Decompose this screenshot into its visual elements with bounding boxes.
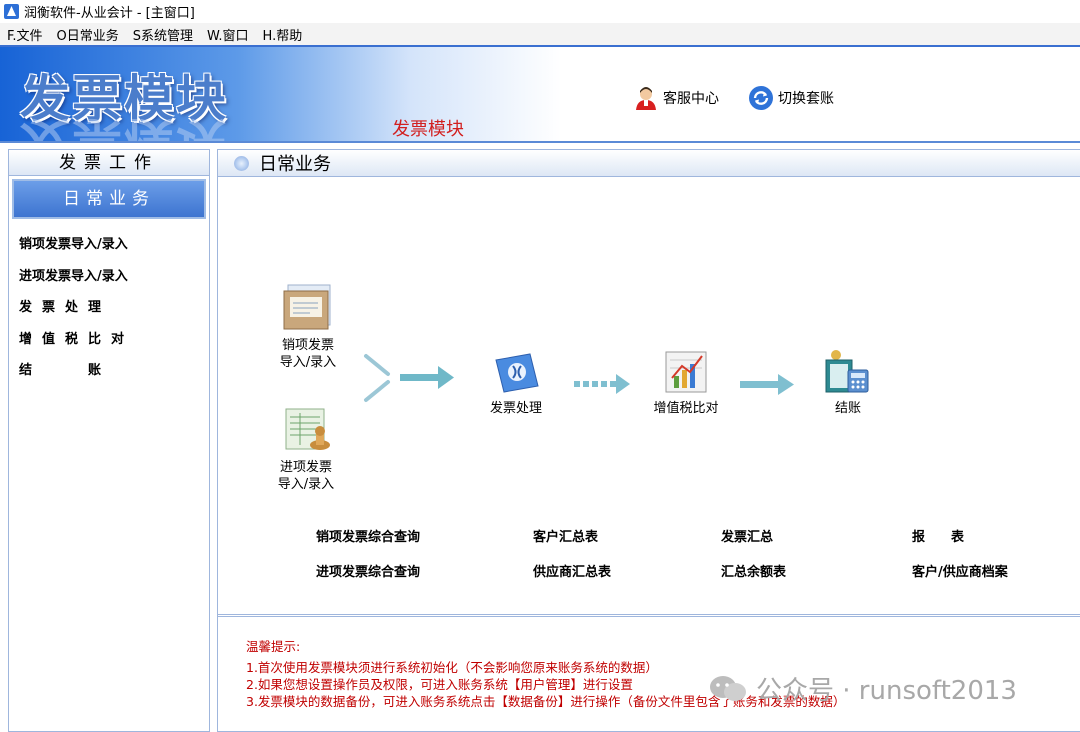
sales-invoice-label-1: 销项发票 [281,338,334,353]
link-invoice-summary[interactable]: 发票汇总 [721,526,773,545]
vat-compare-icon [665,351,707,393]
window-title: 润衡软件-从业会计 - [主窗口] [24,6,195,21]
window-titlebar: 润衡软件-从业会计 - [主窗口] [0,0,1080,23]
nav-item-close-account[interactable]: 结账 [9,362,209,394]
banner-subtitle: 发票模块 [392,119,464,140]
link-report[interactable]: 报 表 [912,526,964,545]
solid-arrow-icon [740,374,794,395]
flow-close-account[interactable]: 结账 [812,346,884,417]
nav-item-vat-compare[interactable]: 增值税比对 [9,331,209,363]
watermark-text: 公众号 · runsoft2013 [756,676,1017,706]
nav-item-invoice-processing[interactable]: 发票处理 [9,299,209,331]
menu-help[interactable]: H.帮助 [256,25,310,44]
tab-daily-business[interactable]: 日常业务 [12,179,206,219]
flow-vat-compare[interactable]: 增值税比对 [645,348,727,417]
main-panel-title: 日常业务 [259,154,331,175]
switch-account-button[interactable]: 切换套账 [748,85,834,111]
invoice-processing-icon [495,353,539,393]
purchase-invoice-label-1: 进项发票 [279,460,332,475]
header-bullet-icon [234,155,249,171]
content-divider [217,614,1080,617]
link-customer-supplier-archive[interactable]: 客户/供应商档案 [912,561,1008,580]
service-center-label: 客服中心 [663,91,719,107]
customer-service-icon [636,87,656,110]
menu-daily-business[interactable]: O日常业务 [50,25,126,44]
link-customer-summary[interactable]: 客户汇总表 [533,526,598,545]
link-balance-summary[interactable]: 汇总余额表 [721,561,786,580]
link-purchase-query[interactable]: 进项发票综合查询 [316,561,420,580]
purchase-invoice-icon [285,408,330,450]
link-sales-query[interactable]: 销项发票综合查询 [316,526,420,545]
menu-window[interactable]: W.窗口 [200,25,256,44]
nav-item-sales-invoice[interactable]: 销项发票导入/录入 [9,236,209,268]
service-center-button[interactable]: 客服中心 [633,85,719,111]
purchase-invoice-label-2: 导入/录入 [277,477,335,492]
close-account-label: 结账 [834,401,861,416]
link-supplier-summary[interactable]: 供应商汇总表 [533,561,611,580]
menu-bar: F.文件 O日常业务 S系统管理 W.窗口 H.帮助 [0,23,1080,45]
sales-invoice-icon [283,284,331,330]
menu-file[interactable]: F.文件 [0,25,50,44]
flow-purchase-invoice[interactable]: 进项发票 导入/录入 [270,405,342,493]
menu-system-management[interactable]: S系统管理 [126,25,200,44]
module-banner: 发票模块 发票模块 发票模块 客服中心 切换套账 [0,47,1080,143]
sales-invoice-label-2: 导入/录入 [279,355,337,370]
flow-sales-invoice[interactable]: 销项发票 导入/录入 [272,283,344,371]
close-account-icon [825,350,869,393]
nav-item-purchase-invoice[interactable]: 进项发票导入/录入 [9,268,209,300]
converge-arrow-icon [364,354,454,402]
switch-refresh-icon [749,86,773,110]
switch-account-label: 切换套账 [778,91,834,107]
vat-compare-label: 增值税比对 [653,401,719,416]
tips-heading: 温馨提示: [246,639,301,654]
left-nav-panel: 发票工作 日常业务 销项发票导入/录入 进项发票导入/录入 发票处理 增值税比对… [8,149,210,732]
flow-invoice-processing[interactable]: 发票处理 [480,352,552,417]
invoice-processing-label: 发票处理 [489,401,542,416]
app-logo-icon [4,4,19,19]
main-panel-header: 日常业务 [218,150,1080,177]
banner-title-reflection: 发票模块 [20,112,228,143]
watermark: 公众号 · runsoft2013 [708,670,1017,707]
wechat-icon [710,675,746,701]
left-panel-title: 发票工作 [9,150,209,176]
dashed-arrow-icon [574,374,630,394]
